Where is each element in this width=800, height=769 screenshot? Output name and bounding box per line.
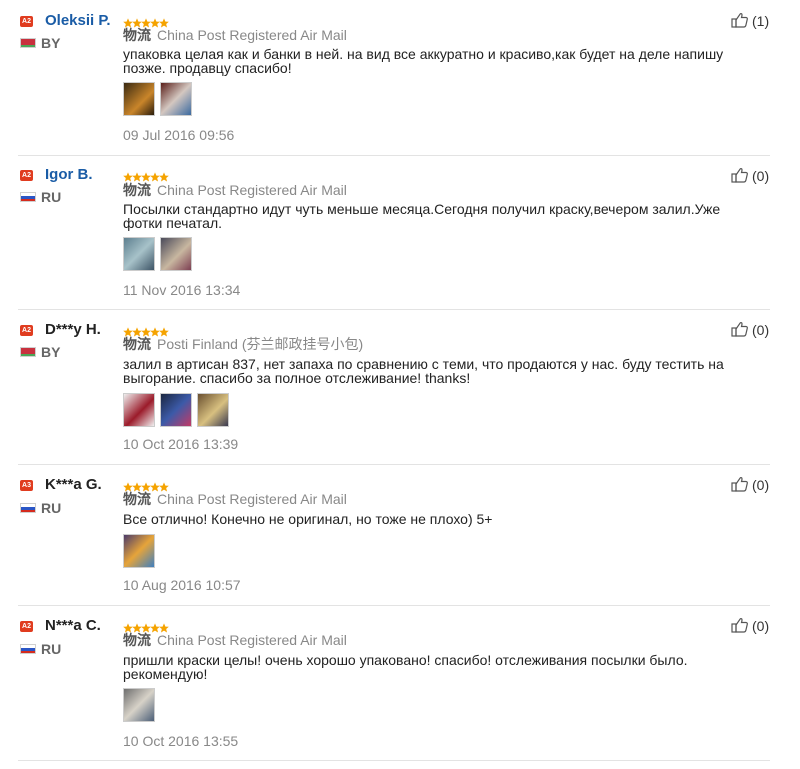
reviewer-name[interactable]: N***a C. bbox=[45, 617, 101, 635]
reviewer-name[interactable]: Igor B. bbox=[45, 166, 93, 184]
star-rating bbox=[123, 15, 169, 28]
logistics-value: China Post Registered Air Mail bbox=[157, 491, 347, 507]
review-photo-thumbnail[interactable] bbox=[160, 237, 192, 271]
reviewer-country: BY bbox=[41, 35, 61, 51]
review-photos bbox=[123, 393, 234, 427]
helpful-vote-button[interactable]: (0) bbox=[731, 476, 769, 494]
reviewer-country: RU bbox=[41, 641, 62, 657]
thumbs-up-icon bbox=[731, 167, 752, 184]
review-divider bbox=[18, 309, 770, 310]
review-date: 09 Jul 2016 09:56 bbox=[123, 127, 235, 143]
helpful-count: (1) bbox=[752, 13, 770, 29]
buyer-level-badge-icon: A2 bbox=[20, 170, 33, 181]
reviewer-name[interactable]: K***a G. bbox=[45, 476, 102, 494]
review-text: Все отлично! Конечно не оригинал, но тож… bbox=[123, 511, 493, 527]
review-photos bbox=[123, 82, 197, 116]
review-photo-thumbnail[interactable] bbox=[123, 688, 155, 722]
review-text: залил в артисан 837, нет запаха по сравн… bbox=[123, 356, 724, 386]
star-rating bbox=[123, 620, 169, 633]
review-photos bbox=[123, 688, 160, 722]
russia-flag-icon bbox=[20, 503, 36, 513]
reviewer-country: RU bbox=[41, 500, 62, 516]
star-icon bbox=[159, 620, 169, 633]
helpful-count: (0) bbox=[752, 477, 770, 493]
review-date: 10 Aug 2016 10:57 bbox=[123, 577, 241, 593]
review-text: Посылки стандартно идут чуть меньше меся… bbox=[123, 201, 721, 231]
review-photo-thumbnail[interactable] bbox=[123, 82, 155, 116]
shipping-method: 物流 China Post Registered Air Mail bbox=[123, 27, 347, 43]
russia-flag-icon bbox=[20, 192, 36, 202]
review-divider bbox=[18, 155, 770, 156]
helpful-vote-button[interactable]: (0) bbox=[731, 617, 769, 635]
logistics-value: Posti Finland (芬兰邮政挂号小包) bbox=[157, 336, 364, 352]
star-rating bbox=[123, 479, 169, 492]
star-rating bbox=[123, 324, 169, 337]
shipping-method: 物流 China Post Registered Air Mail bbox=[123, 182, 347, 198]
star-icon bbox=[159, 479, 169, 492]
star-rating bbox=[123, 169, 169, 182]
buyer-level-badge-icon: A2 bbox=[20, 325, 33, 336]
review-date: 10 Oct 2016 13:55 bbox=[123, 733, 239, 749]
logistics-label: 物流 bbox=[123, 336, 151, 352]
thumbs-up-icon bbox=[731, 476, 752, 493]
review-text: пришли краски целы! очень хорошо упакова… bbox=[123, 652, 688, 682]
reviewer-name[interactable]: Oleksii P. bbox=[45, 12, 111, 30]
review-divider bbox=[18, 464, 770, 465]
logistics-value: China Post Registered Air Mail bbox=[157, 182, 347, 198]
logistics-label: 物流 bbox=[123, 27, 151, 43]
logistics-label: 物流 bbox=[123, 491, 151, 507]
helpful-vote-button[interactable]: (0) bbox=[731, 167, 769, 185]
review-photos bbox=[123, 534, 160, 568]
star-icon bbox=[159, 324, 169, 337]
thumbs-up-icon bbox=[731, 617, 752, 634]
buyer-level-badge-icon: A2 bbox=[20, 621, 33, 632]
helpful-count: (0) bbox=[752, 322, 770, 338]
review-photo-thumbnail[interactable] bbox=[123, 393, 155, 427]
thumbs-up-icon bbox=[731, 12, 752, 29]
star-icon bbox=[159, 15, 169, 28]
russia-flag-icon bbox=[20, 644, 36, 654]
belarus-flag-icon bbox=[20, 38, 36, 48]
star-icon bbox=[159, 169, 169, 182]
buyer-level-badge-icon: A2 bbox=[20, 16, 33, 27]
logistics-label: 物流 bbox=[123, 182, 151, 198]
shipping-method: 物流 China Post Registered Air Mail bbox=[123, 491, 347, 507]
reviewer-country: BY bbox=[41, 344, 61, 360]
helpful-vote-button[interactable]: (0) bbox=[731, 321, 769, 339]
review-photo-thumbnail[interactable] bbox=[160, 82, 192, 116]
review-divider bbox=[18, 605, 770, 606]
buyer-level-badge-icon: A3 bbox=[20, 480, 33, 491]
shipping-method: 物流 Posti Finland (芬兰邮政挂号小包) bbox=[123, 336, 363, 352]
belarus-flag-icon bbox=[20, 347, 36, 357]
reviewer-name[interactable]: D***y H. bbox=[45, 321, 101, 339]
helpful-count: (0) bbox=[752, 618, 770, 634]
review-photo-thumbnail[interactable] bbox=[197, 393, 229, 427]
logistics-label: 物流 bbox=[123, 632, 151, 648]
reviewer-country: RU bbox=[41, 189, 62, 205]
logistics-value: China Post Registered Air Mail bbox=[157, 27, 347, 43]
review-date: 11 Nov 2016 13:34 bbox=[123, 282, 241, 298]
review-photo-thumbnail[interactable] bbox=[123, 237, 155, 271]
logistics-value: China Post Registered Air Mail bbox=[157, 632, 347, 648]
review-date: 10 Oct 2016 13:39 bbox=[123, 436, 239, 452]
helpful-vote-button[interactable]: (1) bbox=[731, 12, 769, 30]
shipping-method: 物流 China Post Registered Air Mail bbox=[123, 632, 347, 648]
review-text: упаковка целая как и банки в ней. на вид… bbox=[123, 46, 724, 76]
review-photos bbox=[123, 237, 197, 271]
review-photo-thumbnail[interactable] bbox=[160, 393, 192, 427]
thumbs-up-icon bbox=[731, 321, 752, 338]
helpful-count: (0) bbox=[752, 168, 770, 184]
review-photo-thumbnail[interactable] bbox=[123, 534, 155, 568]
review-divider bbox=[18, 760, 770, 761]
